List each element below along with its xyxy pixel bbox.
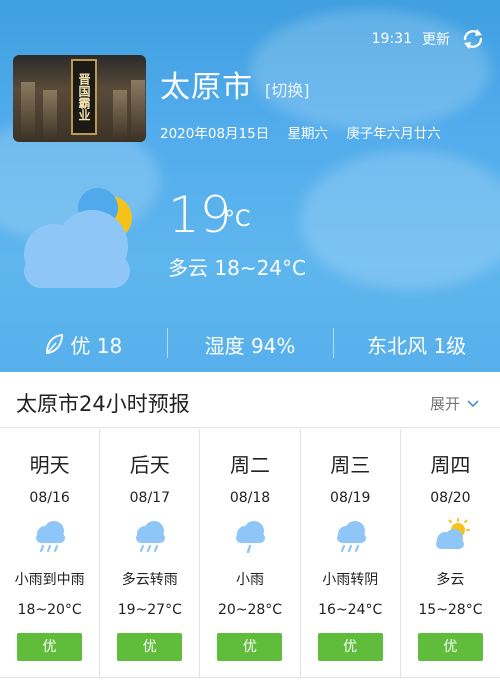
forecast-temp-range: 16~24°C xyxy=(318,602,383,618)
rain-icon xyxy=(136,521,166,553)
weather-hero: 19:31 更新 晋国霸业 太原市 [切换] 2020年08月15日 星期六 庚… xyxy=(0,0,500,372)
forecast-date: 08/18 xyxy=(229,490,271,506)
wind: 东北风 1级 xyxy=(333,320,500,368)
switch-city-link[interactable]: [切换] xyxy=(265,77,310,101)
refresh-icon[interactable] xyxy=(460,26,486,52)
forecast-temp-range: 15~28°C xyxy=(418,602,483,618)
cloudy-night-icon xyxy=(24,188,132,288)
forecast-header: 太原市24小时预报 展开 xyxy=(0,376,500,428)
expand-label: 展开 xyxy=(429,395,460,413)
forecast-day-label: 周四 xyxy=(430,453,471,477)
city-landmark-image: 晋国霸业 xyxy=(13,55,146,142)
background-cloud xyxy=(300,150,500,290)
forecast-description: 小雨转阴 xyxy=(322,572,379,588)
partly-cloudy-icon xyxy=(435,518,470,549)
light-rain-icon xyxy=(236,521,266,554)
humidity: 湿度 94% xyxy=(166,320,334,368)
forecast-temp-range: 18~20°C xyxy=(17,602,82,618)
temperature-unit: °C xyxy=(224,207,251,232)
forecast-day[interactable]: 后天 08/17 多云转雨 19~27°C 优 xyxy=(100,429,201,677)
forecast-day-label: 周二 xyxy=(230,453,270,477)
chevron-down-icon xyxy=(467,399,479,407)
forecast-day[interactable]: 周三 08/19 小雨转阴 16~24°C 优 xyxy=(301,429,401,677)
air-quality[interactable]: 优 18 xyxy=(0,320,167,368)
wind-value: 东北风 1级 xyxy=(367,333,467,358)
stats-bar: 优 18 湿度 94% 东北风 1级 xyxy=(0,320,500,368)
top-bar: 19:31 更新 xyxy=(372,26,486,52)
current-temperature: 19 xyxy=(168,186,232,244)
forecast-date: 08/17 xyxy=(129,490,170,506)
rain-icon xyxy=(336,521,366,553)
forecast-aqi-badge: 优 xyxy=(417,633,483,661)
weekday: 星期六 xyxy=(287,126,329,142)
leaf-icon xyxy=(46,333,64,355)
forecast-day-label: 周三 xyxy=(330,453,371,477)
forecast-date: 08/20 xyxy=(430,490,471,506)
forecast-date: 08/19 xyxy=(330,490,371,506)
forecast-description: 多云转雨 xyxy=(121,572,178,588)
forecast-description: 多云 xyxy=(436,572,465,588)
date: 2020年08月15日 xyxy=(160,126,270,142)
expand-button[interactable]: 展开 xyxy=(430,393,480,414)
forecast-temp-range: 20~28°C xyxy=(217,602,283,618)
forecast-day-label: 后天 xyxy=(129,453,170,477)
forecast-aqi-badge: 优 xyxy=(117,633,183,661)
date-line: 2020年08月15日 星期六 庚子年六月廿六 xyxy=(160,122,455,142)
aqi-value: 优 18 xyxy=(70,333,123,358)
landmark-sign: 晋国霸业 xyxy=(71,59,97,135)
forecast-aqi-badge: 优 xyxy=(317,633,383,661)
city-name: 太原市 xyxy=(160,70,253,105)
forecast-day[interactable]: 周四 08/20 多云 15~28°C 优 xyxy=(401,429,500,677)
forecast-title: 太原市24小时预报 xyxy=(16,392,190,416)
current-condition: 多云 18~24°C xyxy=(168,256,306,280)
lunar-date: 庚子年六月廿六 xyxy=(346,126,441,142)
humidity-value: 湿度 94% xyxy=(204,333,296,358)
forecast-date: 08/16 xyxy=(29,490,70,506)
forecast-aqi-badge: 优 xyxy=(217,633,283,661)
update-button[interactable]: 更新 xyxy=(422,29,450,49)
rain-icon xyxy=(36,521,65,553)
forecast-day[interactable]: 周二 08/18 小雨 20~28°C 优 xyxy=(200,429,301,677)
forecast-description: 小雨 xyxy=(236,572,264,588)
forecast-aqi-badge: 优 xyxy=(17,633,82,661)
forecast-description: 小雨到中雨 xyxy=(14,572,85,588)
forecast-temp-range: 19~27°C xyxy=(117,602,182,618)
forecast-day-label: 明天 xyxy=(29,453,70,477)
divider xyxy=(0,677,500,678)
update-time: 19:31 xyxy=(371,31,412,47)
forecast-grid: 明天 08/16 小雨到中雨 18~20°C 优 后天 08/17 多云转雨 1… xyxy=(0,429,500,677)
forecast-day[interactable]: 明天 08/16 小雨到中雨 18~20°C 优 xyxy=(0,429,101,677)
